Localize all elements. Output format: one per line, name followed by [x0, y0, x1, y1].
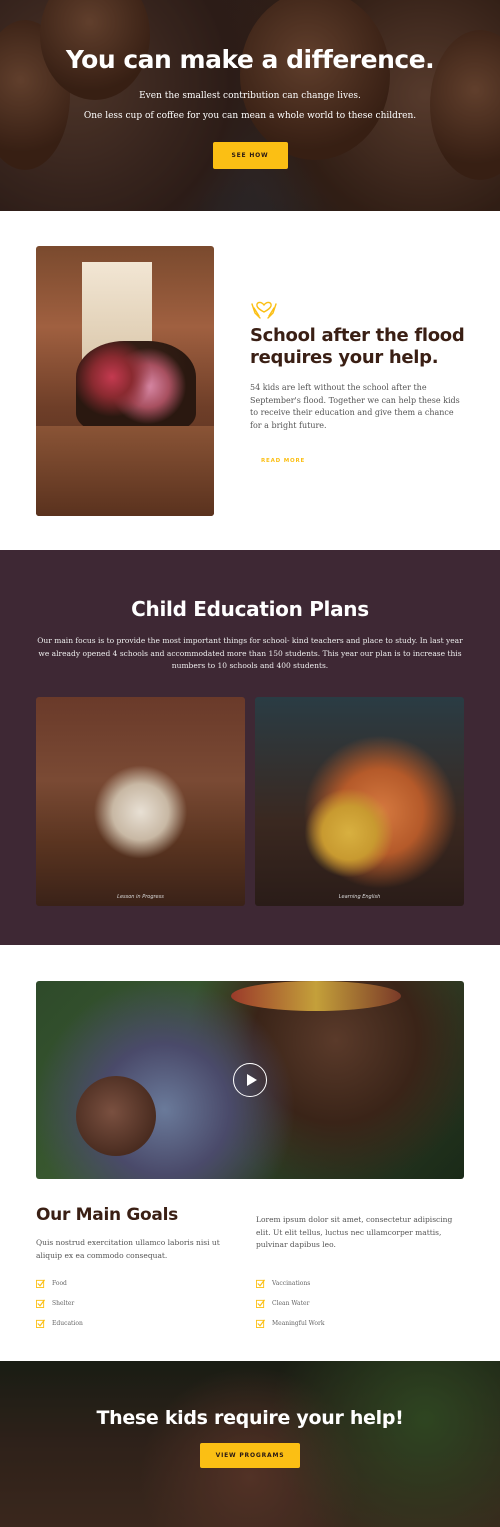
list-item: Shelter — [36, 1293, 83, 1313]
list-item-label: Clean Water — [272, 1299, 310, 1307]
hero-subtitle-line1: Even the smallest contribution can chang… — [139, 91, 361, 101]
view-programs-button[interactable]: VIEW PROGRAMS — [200, 1443, 300, 1468]
list-item: Food — [36, 1273, 83, 1293]
lesson-photo: Lesson in Progress — [36, 697, 245, 906]
goals-title: Our Main Goals — [36, 1205, 178, 1225]
read-more-link[interactable]: READ MORE — [261, 458, 305, 464]
see-how-button[interactable]: SEE HOW — [212, 142, 288, 169]
hands-heart-icon — [251, 301, 277, 319]
plans-body: Our main focus is to provide the most im… — [37, 636, 463, 670]
list-item-label: Meaningful Work — [272, 1319, 325, 1327]
flood-content: School after the flood requires your hel… — [250, 296, 465, 466]
goals-list-right: Vaccinations Clean Water Meaningful Work — [256, 1273, 325, 1333]
list-item: Clean Water — [256, 1293, 325, 1313]
education-plans-section: Child Education Plans Our main focus is … — [0, 550, 500, 945]
list-item: Education — [36, 1313, 83, 1333]
list-item: Vaccinations — [256, 1273, 325, 1293]
goals-list-left: Food Shelter Education — [36, 1273, 83, 1333]
checkbox-check-icon — [256, 1279, 265, 1288]
goals-right-text: Lorem ipsum dolor sit amet, consectetur … — [256, 1215, 453, 1249]
list-item-label: Food — [52, 1279, 67, 1287]
checkbox-check-icon — [36, 1279, 45, 1288]
flood-photo — [36, 246, 214, 516]
list-item: Meaningful Work — [256, 1313, 325, 1333]
hero-title: You can make a difference. — [65, 45, 435, 74]
checkbox-check-icon — [36, 1319, 45, 1328]
plans-title: Child Education Plans — [131, 597, 369, 621]
photo-caption: Learning English — [338, 894, 381, 900]
flood-body: 54 kids are left without the school afte… — [250, 383, 460, 430]
learning-photo: Learning English — [255, 697, 464, 906]
flood-title: School after the flood requires your hel… — [250, 325, 465, 368]
list-item-label: Shelter — [52, 1299, 75, 1307]
hero-subtitle: Even the smallest contribution can chang… — [0, 86, 500, 126]
list-item-label: Education — [52, 1319, 83, 1327]
goals-left-text: Quis nostrud exercitation ullamco labori… — [36, 1238, 220, 1260]
photo-caption: Lesson in Progress — [117, 894, 164, 900]
checkbox-check-icon — [36, 1299, 45, 1308]
cta-section: These kids require your help! VIEW PROGR… — [0, 1361, 500, 1527]
hero-subtitle-line2: One less cup of coffee for you can mean … — [83, 111, 417, 121]
hero-section: You can make a difference. Even the smal… — [0, 0, 500, 211]
play-icon[interactable] — [233, 1063, 267, 1097]
checkbox-check-icon — [256, 1319, 265, 1328]
checkbox-check-icon — [256, 1299, 265, 1308]
cta-title: These kids require your help! — [96, 1407, 404, 1429]
video-player[interactable] — [36, 981, 464, 1179]
list-item-label: Vaccinations — [272, 1279, 311, 1287]
